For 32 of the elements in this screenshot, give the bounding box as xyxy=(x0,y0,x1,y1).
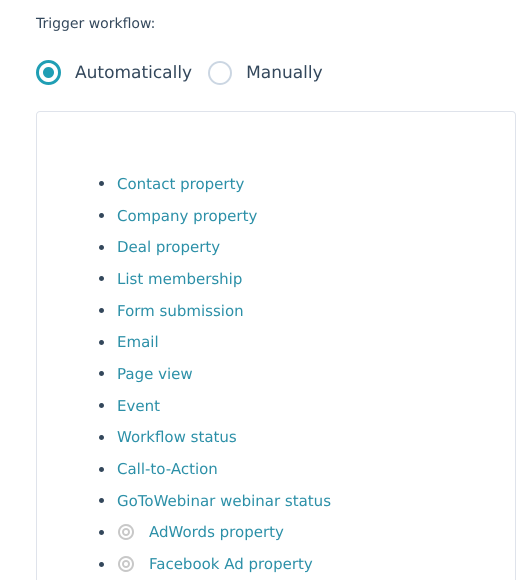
trigger-link[interactable]: Call-to-Action xyxy=(117,460,218,478)
trigger-link[interactable]: Event xyxy=(117,396,160,415)
bullet-icon xyxy=(99,371,104,376)
trigger-link[interactable]: Facebook Ad property xyxy=(149,555,313,574)
bullet-icon xyxy=(99,340,104,345)
trigger-link[interactable]: Contact property xyxy=(117,174,244,193)
bullet-icon xyxy=(99,213,104,218)
trigger-link[interactable]: Company property xyxy=(117,206,258,225)
trigger-label: Trigger workflow: xyxy=(36,16,156,34)
bullet-icon xyxy=(99,466,104,472)
bullet-icon xyxy=(99,434,104,440)
trigger-link[interactable]: Form submission xyxy=(117,302,244,320)
bullet-icon xyxy=(99,181,104,186)
bullet-icon xyxy=(99,308,104,314)
trigger-link[interactable]: Deal property xyxy=(117,238,220,256)
bullet-icon xyxy=(99,498,104,504)
bullet-icon xyxy=(99,562,104,567)
bullet-icon xyxy=(99,403,104,408)
radio-label: Automatically xyxy=(75,62,192,82)
trigger-link[interactable]: List membership xyxy=(117,270,242,288)
trigger-link[interactable]: AdWords property xyxy=(149,523,284,542)
trigger-link[interactable]: Email xyxy=(117,333,159,352)
trigger-link[interactable]: Page view xyxy=(117,364,193,383)
target-icon xyxy=(117,523,135,542)
bullet-icon xyxy=(99,530,104,535)
trigger-link[interactable]: GoToWebinar webinar status xyxy=(117,492,332,510)
target-icon xyxy=(117,555,135,574)
bullet-icon xyxy=(99,276,104,282)
bullet-icon xyxy=(99,244,104,250)
radio-button[interactable] xyxy=(36,60,61,85)
trigger-link[interactable]: Workflow status xyxy=(117,428,237,446)
radio-label: Manually xyxy=(246,62,323,82)
